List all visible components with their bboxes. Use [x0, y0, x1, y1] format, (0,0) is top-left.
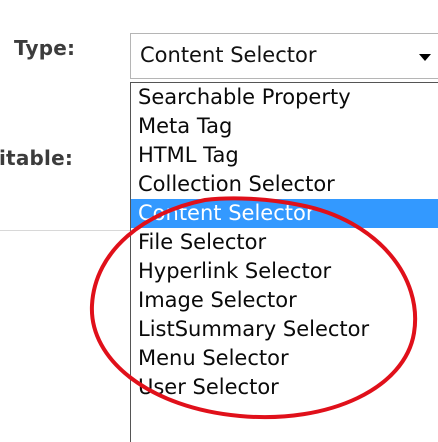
option-content-selector[interactable]: Content Selector — [131, 199, 438, 228]
chevron-down-icon[interactable] — [419, 54, 431, 61]
option-menu-selector[interactable]: Menu Selector — [131, 344, 438, 373]
type-select[interactable]: Content Selector — [130, 33, 438, 79]
option-html-tag[interactable]: HTML Tag — [131, 141, 438, 170]
type-label: Type: — [14, 36, 76, 60]
option-hyperlink-selector[interactable]: Hyperlink Selector — [131, 257, 438, 286]
option-collection-selector[interactable]: Collection Selector — [131, 170, 438, 199]
editable-label: itable: — [0, 146, 74, 170]
option-image-selector[interactable]: Image Selector — [131, 286, 438, 315]
option-listsummary-selector[interactable]: ListSummary Selector — [131, 315, 438, 344]
form-divider — [0, 230, 130, 231]
option-user-selector[interactable]: User Selector — [131, 373, 438, 402]
option-file-selector[interactable]: File Selector — [131, 228, 438, 257]
type-dropdown-list[interactable]: Searchable Property Meta Tag HTML Tag Co… — [130, 82, 438, 442]
type-select-value: Content Selector — [140, 43, 317, 67]
option-meta-tag[interactable]: Meta Tag — [131, 112, 438, 141]
option-searchable-property[interactable]: Searchable Property — [131, 83, 438, 112]
